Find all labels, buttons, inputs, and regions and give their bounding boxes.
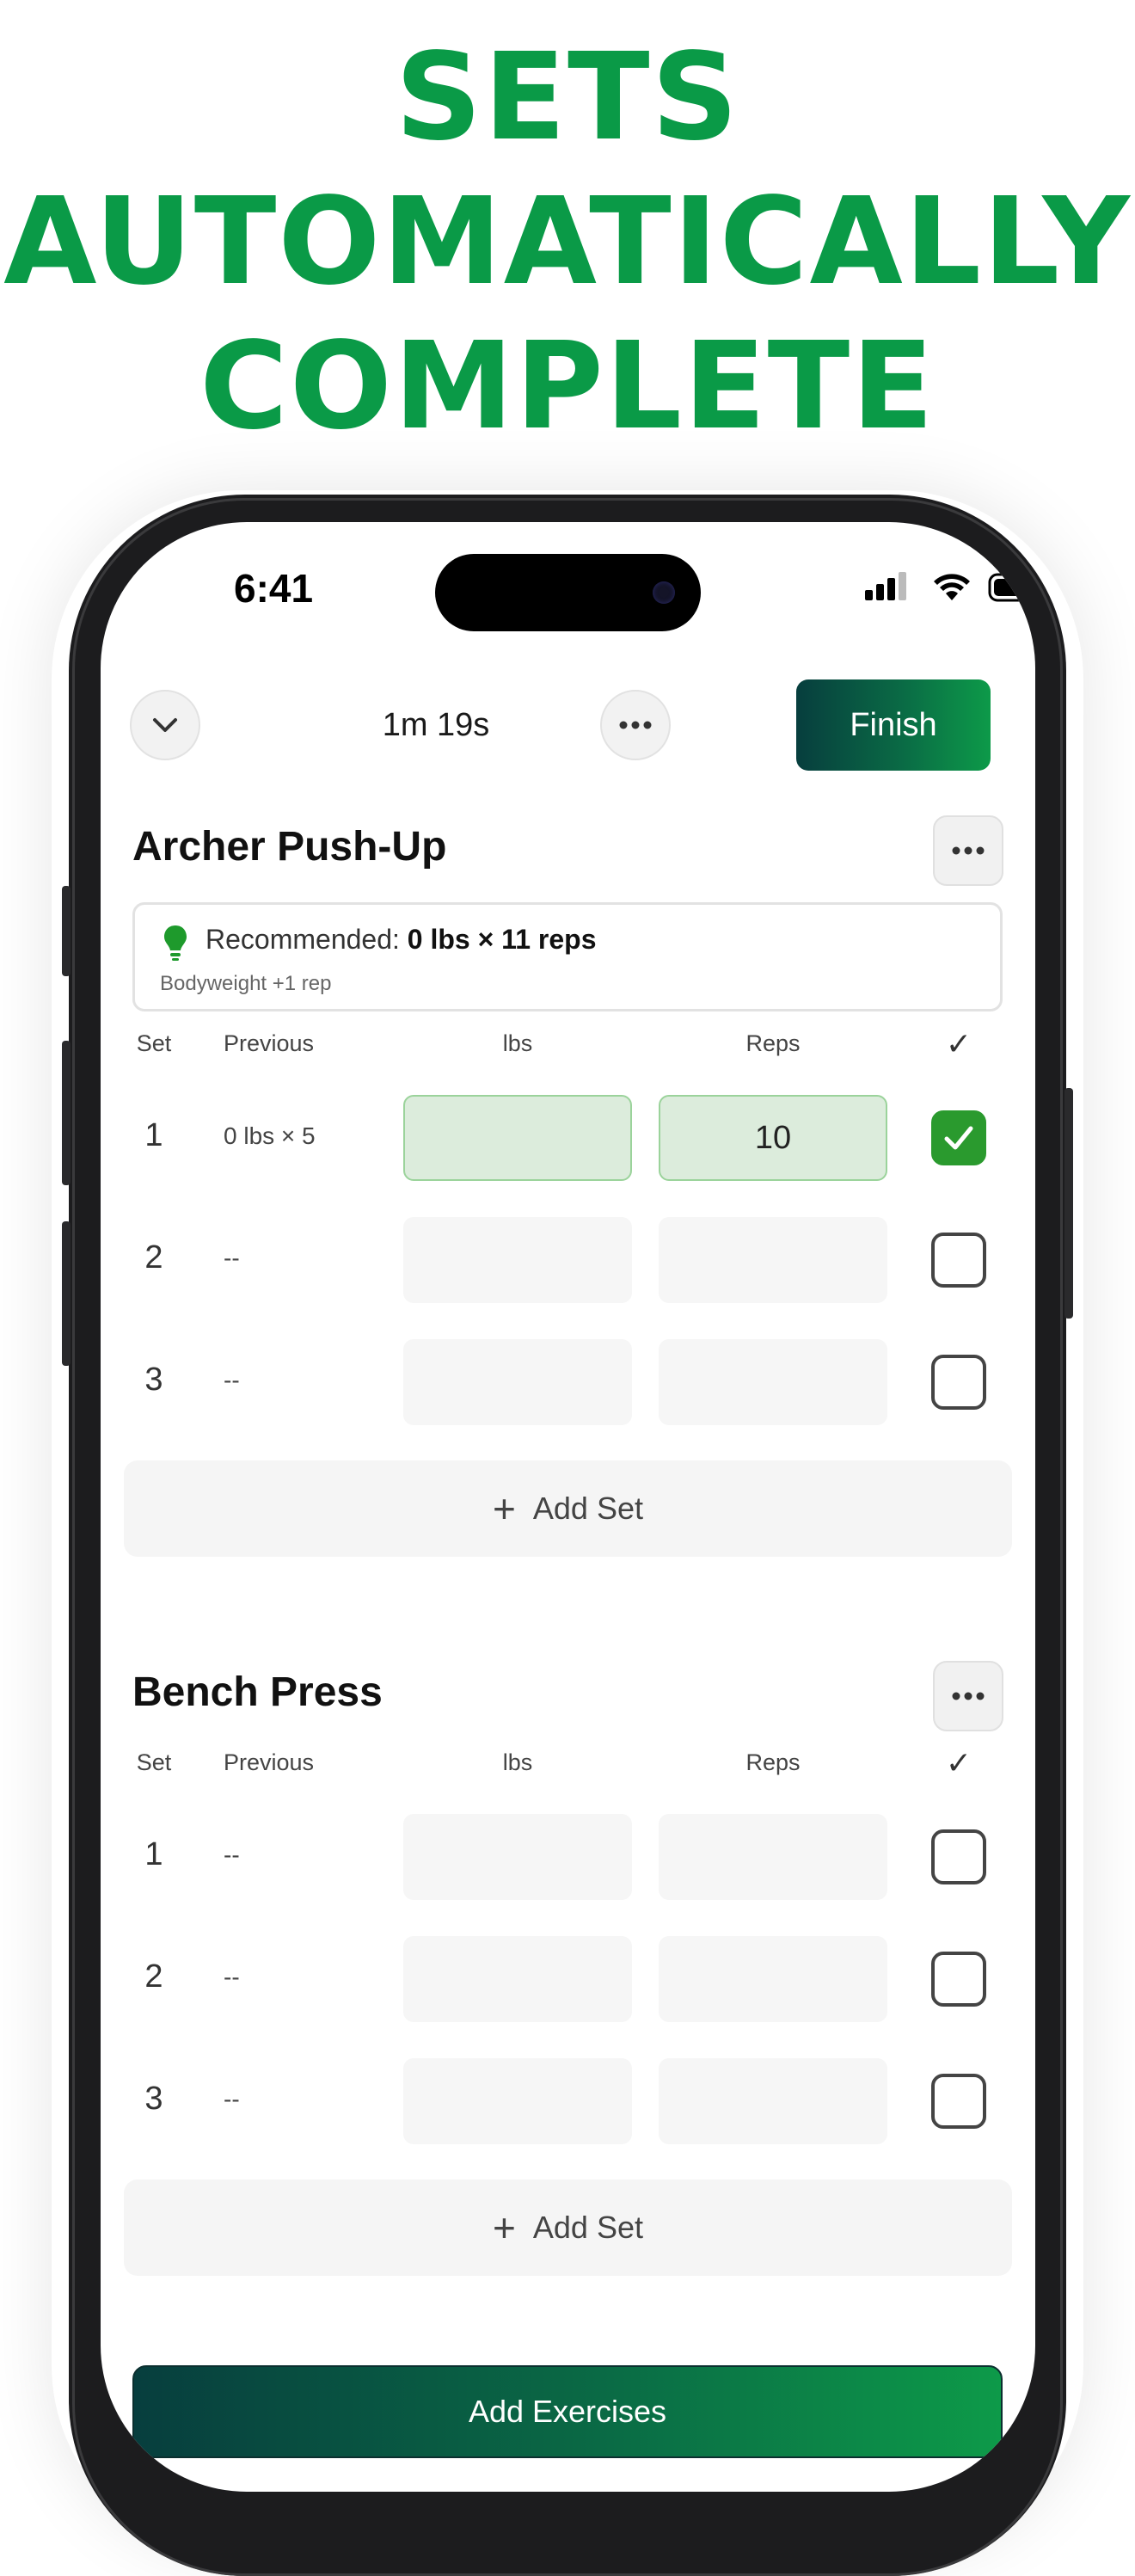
- lbs-input[interactable]: [403, 1936, 632, 2022]
- action-button: [62, 886, 71, 976]
- volume-up-button: [62, 1041, 71, 1185]
- add-set-label: Add Set: [532, 2210, 643, 2245]
- previous-value: --: [224, 1841, 240, 1868]
- cellular-signal-icon: [865, 572, 906, 600]
- previous-value: --: [224, 1245, 240, 1271]
- add-set-button[interactable]: + Add Set: [124, 2179, 1012, 2276]
- set-number: 2: [144, 1239, 163, 1276]
- set-complete-checkbox[interactable]: [931, 1952, 986, 2007]
- previous-value: --: [224, 1964, 240, 1990]
- power-button: [1064, 1088, 1073, 1319]
- reps-input[interactable]: [659, 1814, 887, 1900]
- workout-timer: 1m 19s: [382, 707, 490, 743]
- finish-button[interactable]: Finish: [796, 679, 991, 771]
- previous-value: 0 lbs × 5: [224, 1122, 316, 1149]
- lbs-input[interactable]: [403, 1814, 632, 1900]
- recommendation-value: 0 lbs × 11 reps: [407, 924, 597, 955]
- plus-icon: +: [493, 2205, 516, 2250]
- reps-input[interactable]: [659, 1936, 887, 2022]
- headline-line-2: AUTOMATICALLY: [3, 172, 1132, 312]
- headline-line-3: COMPLETE: [199, 317, 936, 457]
- reps-input[interactable]: [659, 2058, 887, 2144]
- header-set: Set: [136, 1030, 172, 1056]
- lbs-input[interactable]: [403, 2058, 632, 2144]
- set-number: 3: [144, 1362, 163, 1398]
- set-complete-checkbox[interactable]: [931, 1110, 986, 1165]
- recommendation-card: Recommended: 0 lbs × 11 reps Bodyweight …: [132, 902, 1003, 1011]
- add-set-label: Add Set: [532, 1491, 643, 1526]
- app-screen: 6:41 1m 19s Finish Archer Push-Up Recomm…: [101, 522, 1035, 2492]
- header-done: ✓: [945, 1026, 972, 1061]
- more-horizontal-icon: [952, 846, 985, 855]
- marketing-headline: SETS AUTOMATICALLY COMPLETE: [0, 26, 1135, 459]
- set-number: 1: [144, 1117, 163, 1153]
- set-complete-checkbox[interactable]: [931, 1233, 986, 1288]
- checkmark-icon: [944, 1126, 973, 1150]
- reps-input[interactable]: [659, 1217, 887, 1303]
- plus-icon: +: [493, 1486, 516, 1531]
- header-lbs: lbs: [502, 1030, 533, 1056]
- lbs-input[interactable]: [403, 1095, 632, 1181]
- status-icons: [764, 569, 1035, 604]
- dynamic-island: [435, 554, 701, 631]
- header-done: ✓: [945, 1745, 972, 1780]
- previous-value: --: [224, 2086, 240, 2112]
- headline-line-1: SETS: [395, 28, 740, 168]
- header-previous: Previous: [224, 1030, 315, 1056]
- set-number: 3: [144, 2081, 163, 2117]
- lbs-input[interactable]: [403, 1339, 632, 1425]
- previous-value: --: [224, 1367, 240, 1393]
- lbs-input[interactable]: [403, 1217, 632, 1303]
- reps-input[interactable]: 10: [659, 1095, 887, 1181]
- add-set-button[interactable]: + Add Set: [124, 1460, 1012, 1557]
- header-reps: Reps: [745, 1030, 801, 1056]
- exercise-menu-button[interactable]: [933, 1661, 1003, 1731]
- battery-icon: [988, 573, 1035, 602]
- reps-input[interactable]: [659, 1339, 887, 1425]
- header-lbs: lbs: [502, 1749, 533, 1775]
- exercise-title: Archer Push-Up: [132, 824, 447, 870]
- header-set: Set: [136, 1749, 172, 1775]
- add-exercises-button[interactable]: Add Exercises: [132, 2365, 1003, 2458]
- set-complete-checkbox[interactable]: [931, 1829, 986, 1884]
- chevron-down-icon: [153, 718, 177, 732]
- recommendation-label: Recommended:: [206, 924, 400, 955]
- set-complete-checkbox[interactable]: [931, 2074, 986, 2129]
- wifi-icon: [934, 574, 970, 600]
- set-number: 1: [144, 1836, 163, 1872]
- status-time: 6:41: [234, 566, 314, 611]
- volume-down-button: [62, 1221, 71, 1366]
- lightbulb-icon: [164, 925, 187, 961]
- collapse-button[interactable]: [130, 690, 200, 760]
- header-previous: Previous: [224, 1749, 315, 1775]
- set-complete-checkbox[interactable]: [931, 1355, 986, 1410]
- recommendation-text: Recommended: 0 lbs × 11 reps: [206, 924, 596, 956]
- workout-menu-button[interactable]: [600, 690, 671, 760]
- more-horizontal-icon: [619, 721, 652, 729]
- set-number: 2: [144, 1958, 163, 1995]
- recommendation-note: Bodyweight +1 rep: [160, 972, 332, 995]
- header-reps: Reps: [745, 1749, 801, 1775]
- exercise-menu-button[interactable]: [933, 815, 1003, 886]
- exercise-title: Bench Press: [132, 1669, 383, 1715]
- more-horizontal-icon: [952, 1692, 985, 1700]
